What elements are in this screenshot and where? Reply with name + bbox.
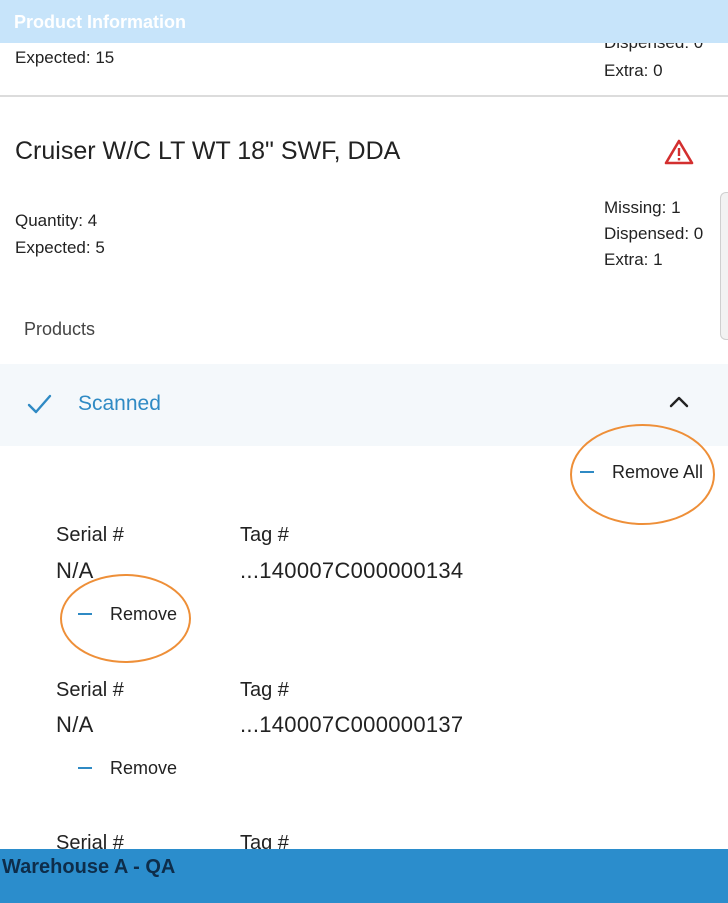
remove-button[interactable]: Remove xyxy=(78,604,177,630)
serial-header: Serial # xyxy=(56,524,124,546)
footer-bar: Warehouse A - QA xyxy=(0,849,728,903)
tag-header: Tag # xyxy=(240,679,289,701)
minus-icon xyxy=(78,766,92,769)
item-quantity: Quantity: 4 xyxy=(15,211,98,230)
products-heading: Products xyxy=(24,319,96,339)
scrollbar[interactable] xyxy=(720,192,728,340)
previous-item-card: Dispensed: 0 Expected: 15 Extra: 0 xyxy=(0,43,728,97)
remove-all-label: Remove All xyxy=(612,462,704,482)
minus-icon xyxy=(580,470,594,473)
item-expected: Expected: 5 xyxy=(15,238,105,257)
page-title: Product Information xyxy=(14,12,186,32)
remove-label: Remove xyxy=(110,758,178,778)
previous-expected: Expected: 15 xyxy=(15,48,115,67)
remove-label: Remove xyxy=(110,604,178,624)
chevron-up-icon[interactable] xyxy=(668,394,690,410)
serial-header: Serial # xyxy=(56,679,124,701)
previous-extra: Extra: 0 xyxy=(604,61,663,80)
remove-all-button[interactable]: Remove All xyxy=(580,462,703,490)
tag-value: ...140007C000000134 xyxy=(240,558,464,583)
serial-value: N/A xyxy=(56,558,94,583)
warehouse-location: Warehouse A - QA xyxy=(2,856,176,878)
remove-button[interactable]: Remove xyxy=(78,758,177,784)
check-icon xyxy=(27,394,52,414)
tag-value: ...140007C000000137 xyxy=(240,712,464,737)
scanned-label: Scanned xyxy=(78,392,161,415)
item-extra: Extra: 1 xyxy=(604,250,663,269)
minus-icon xyxy=(78,612,92,615)
item-dispensed: Dispensed: 0 xyxy=(604,224,704,243)
tag-header: Tag # xyxy=(240,524,289,546)
previous-dispensed: Dispensed: 0 xyxy=(604,43,703,53)
warning-triangle-icon xyxy=(664,139,694,165)
serial-value: N/A xyxy=(56,712,94,737)
header-bar: Product Information xyxy=(0,0,728,43)
item-name: Cruiser W/C LT WT 18" SWF, DDA xyxy=(15,137,401,165)
item-missing: Missing: 1 xyxy=(604,198,681,217)
